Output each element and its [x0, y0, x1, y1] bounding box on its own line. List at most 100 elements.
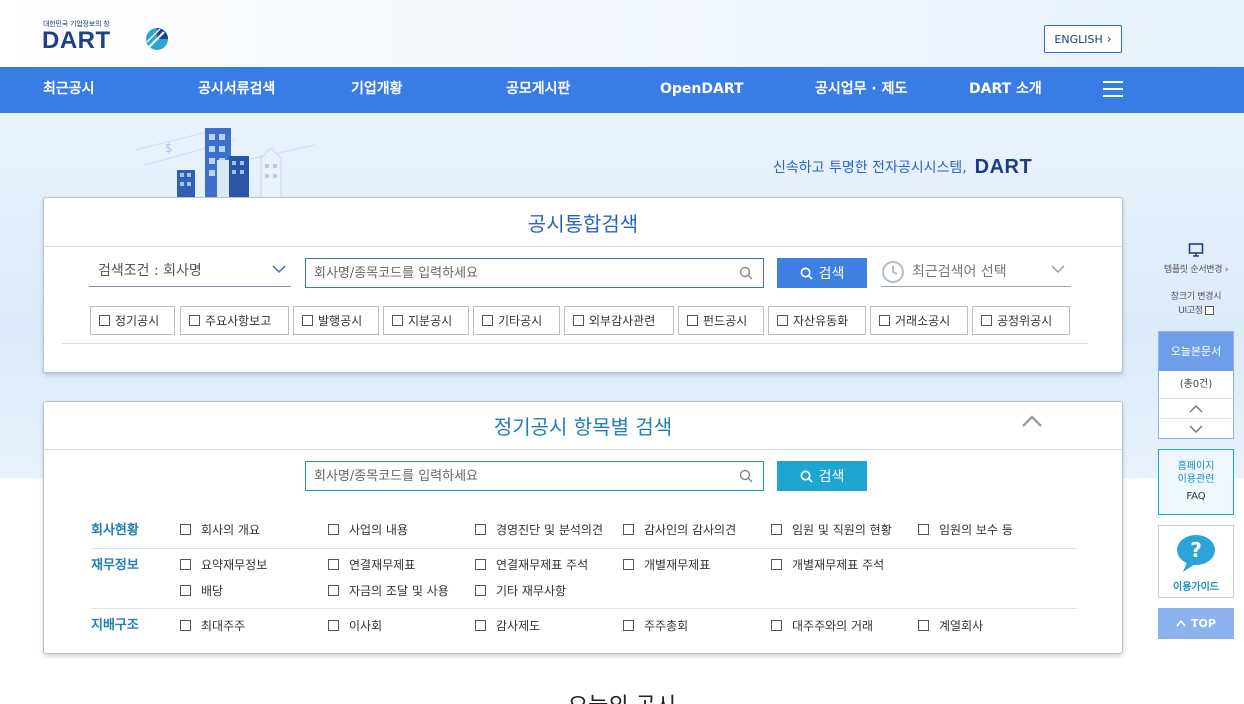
option-consolidated-fs-notes[interactable]: 연결재무제표 주석: [475, 556, 588, 573]
checkbox[interactable]: [918, 620, 929, 631]
nav-about-dart[interactable]: DART 소개: [969, 67, 1042, 113]
checkbox[interactable]: [687, 315, 698, 326]
filter-issuance[interactable]: 발행공시: [293, 306, 379, 335]
option-largest-shareholder[interactable]: 최대주주: [180, 617, 245, 634]
nav-disclosure-system[interactable]: 공시업무 · 제도: [815, 67, 907, 113]
option-label: 요약재무정보: [201, 558, 268, 572]
option-board[interactable]: 이사회: [328, 617, 382, 634]
unified-search-input[interactable]: [306, 259, 763, 287]
filter-other[interactable]: 기타공시: [473, 306, 560, 335]
filter-asset-securitization[interactable]: 자산유동화: [768, 306, 866, 335]
option-business-content[interactable]: 사업의 내용: [328, 521, 408, 538]
nav-offering-board[interactable]: 공모게시판: [506, 67, 570, 113]
user-guide-link[interactable]: ? 이용가이드: [1158, 525, 1234, 598]
checkbox[interactable]: [180, 585, 191, 596]
option-dividends[interactable]: 배당: [180, 582, 223, 599]
today-scroll-up[interactable]: [1159, 399, 1233, 419]
option-label: 감사인의 감사의견: [644, 523, 737, 537]
checkbox[interactable]: [99, 315, 110, 326]
checkbox[interactable]: [302, 315, 313, 326]
checkbox[interactable]: [623, 559, 634, 570]
category-financial-info: 재무정보: [91, 558, 139, 573]
ui-fix-checkbox[interactable]: [1204, 306, 1214, 315]
option-funding-usage[interactable]: 자금의 조달 및 사용: [328, 582, 449, 599]
checkbox[interactable]: [573, 315, 584, 326]
checkbox[interactable]: [180, 620, 191, 631]
unified-search-button[interactable]: 검색: [777, 258, 867, 288]
filter-fund[interactable]: 펀드공시: [678, 306, 764, 335]
today-viewed-title[interactable]: 오늘본문서: [1159, 332, 1233, 371]
ui-fix-option[interactable]: 창크기 변경시 UI고정: [1158, 290, 1234, 318]
option-officers-employees[interactable]: 임원 및 직원의 현황: [771, 521, 892, 538]
template-order-link[interactable]: 템플릿 순서변경 ›: [1158, 240, 1234, 280]
option-summary-financials[interactable]: 요약재무정보: [180, 556, 267, 573]
option-separate-fs-notes[interactable]: 개별재무제표 주석: [771, 556, 884, 573]
checkbox[interactable]: [392, 315, 403, 326]
search-icon: [800, 470, 813, 483]
filter-exchange[interactable]: 거래소공시: [870, 306, 968, 335]
checkbox[interactable]: [328, 559, 339, 570]
checkbox[interactable]: [623, 524, 634, 535]
periodic-search-panel: 정기공시 항목별 검색 검색 회사현황 회사의 개요 사업의 내용 경영진단 및…: [43, 401, 1123, 654]
checkbox[interactable]: [771, 559, 782, 570]
option-company-overview[interactable]: 회사의 개요: [180, 521, 260, 538]
search-condition-select[interactable]: 검색조건 : 회사명: [89, 256, 291, 287]
checkbox[interactable]: [771, 524, 782, 535]
nav-recent-disclosures[interactable]: 최근공시: [43, 67, 95, 113]
nav-document-search[interactable]: 공시서류검색: [198, 67, 275, 113]
option-other-financial[interactable]: 기타 재무사항: [475, 582, 566, 599]
chevron-down-icon: [1189, 425, 1203, 433]
search-condition-value: 검색조건 : 회사명: [98, 263, 202, 279]
filter-ftc[interactable]: 공정위공시: [972, 306, 1070, 335]
checkbox[interactable]: [771, 620, 782, 631]
filter-external-audit[interactable]: 외부감사관련: [564, 306, 674, 335]
checkbox[interactable]: [328, 524, 339, 535]
nav-company-overview[interactable]: 기업개황: [351, 67, 403, 113]
checkbox[interactable]: [623, 620, 634, 631]
today-scroll-down[interactable]: [1159, 419, 1233, 439]
checkbox[interactable]: [918, 524, 929, 535]
checkbox[interactable]: [475, 559, 486, 570]
option-major-shareholder-transactions[interactable]: 대주주와의 거래: [771, 617, 873, 634]
option-shareholders-meeting[interactable]: 주주총회: [623, 617, 688, 634]
option-label: 최대주주: [201, 619, 246, 633]
checkbox[interactable]: [189, 315, 200, 326]
row-divider: [91, 608, 1077, 609]
scroll-top-button[interactable]: TOP: [1158, 608, 1234, 639]
filter-major-report[interactable]: 주요사항보고: [180, 306, 289, 335]
checkbox[interactable]: [475, 620, 486, 631]
checkbox[interactable]: [981, 315, 992, 326]
option-label: 주주총회: [644, 619, 689, 633]
checkbox[interactable]: [475, 524, 486, 535]
periodic-search-input[interactable]: [306, 462, 763, 490]
checkbox[interactable]: [475, 585, 486, 596]
checkbox[interactable]: [180, 524, 191, 535]
faq-link[interactable]: 홈페이지 이용관련 FAQ: [1158, 449, 1234, 515]
chevron-up-icon[interactable]: [1021, 414, 1043, 428]
chevron-up-icon: [1189, 404, 1203, 412]
filter-equity[interactable]: 지분공시: [383, 306, 469, 335]
recent-keyword-select[interactable]: 최근검색어 선택: [881, 256, 1071, 287]
option-audit-system[interactable]: 감사제도: [475, 617, 540, 634]
filter-periodic[interactable]: 정기공시: [90, 306, 175, 335]
checkbox[interactable]: [777, 315, 788, 326]
hamburger-menu-icon[interactable]: [1103, 81, 1123, 97]
history-clock-icon: [882, 261, 904, 283]
nav-opendart[interactable]: OpenDART: [660, 67, 744, 113]
option-management-analysis[interactable]: 경영진단 및 분석의견: [475, 521, 603, 538]
option-consolidated-fs[interactable]: 연결재무제표: [328, 556, 415, 573]
checkbox[interactable]: [879, 315, 890, 326]
checkbox[interactable]: [328, 585, 339, 596]
search-icon: [800, 267, 813, 280]
option-affiliates[interactable]: 계열회사: [918, 617, 983, 634]
option-label: 회사의 개요: [201, 523, 261, 537]
english-button[interactable]: ENGLISH ›: [1044, 25, 1122, 53]
checkbox[interactable]: [180, 559, 191, 570]
option-auditor-opinion[interactable]: 감사인의 감사의견: [623, 521, 736, 538]
dart-logo[interactable]: 대한민국 기업정보의 창 DART: [42, 19, 172, 55]
option-officer-compensation[interactable]: 임원의 보수 등: [918, 521, 1013, 538]
checkbox[interactable]: [328, 620, 339, 631]
periodic-search-button[interactable]: 검색: [777, 461, 867, 491]
option-separate-fs[interactable]: 개별재무제표: [623, 556, 710, 573]
checkbox[interactable]: [482, 315, 493, 326]
